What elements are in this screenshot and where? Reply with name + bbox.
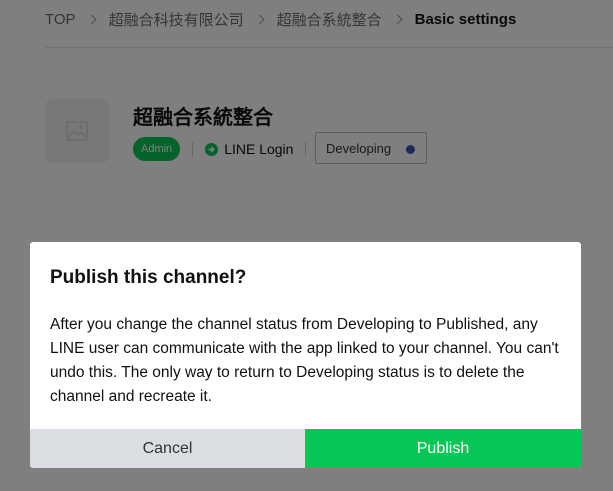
publish-button[interactable]: Publish [305,429,581,468]
dialog-message: After you change the channel status from… [50,316,559,405]
dialog-title: Publish this channel? [50,267,247,288]
publish-dialog: Publish this channel? After you change t… [30,242,581,468]
cancel-button[interactable]: Cancel [30,429,305,468]
dialog-actions: Cancel Publish [30,429,581,468]
